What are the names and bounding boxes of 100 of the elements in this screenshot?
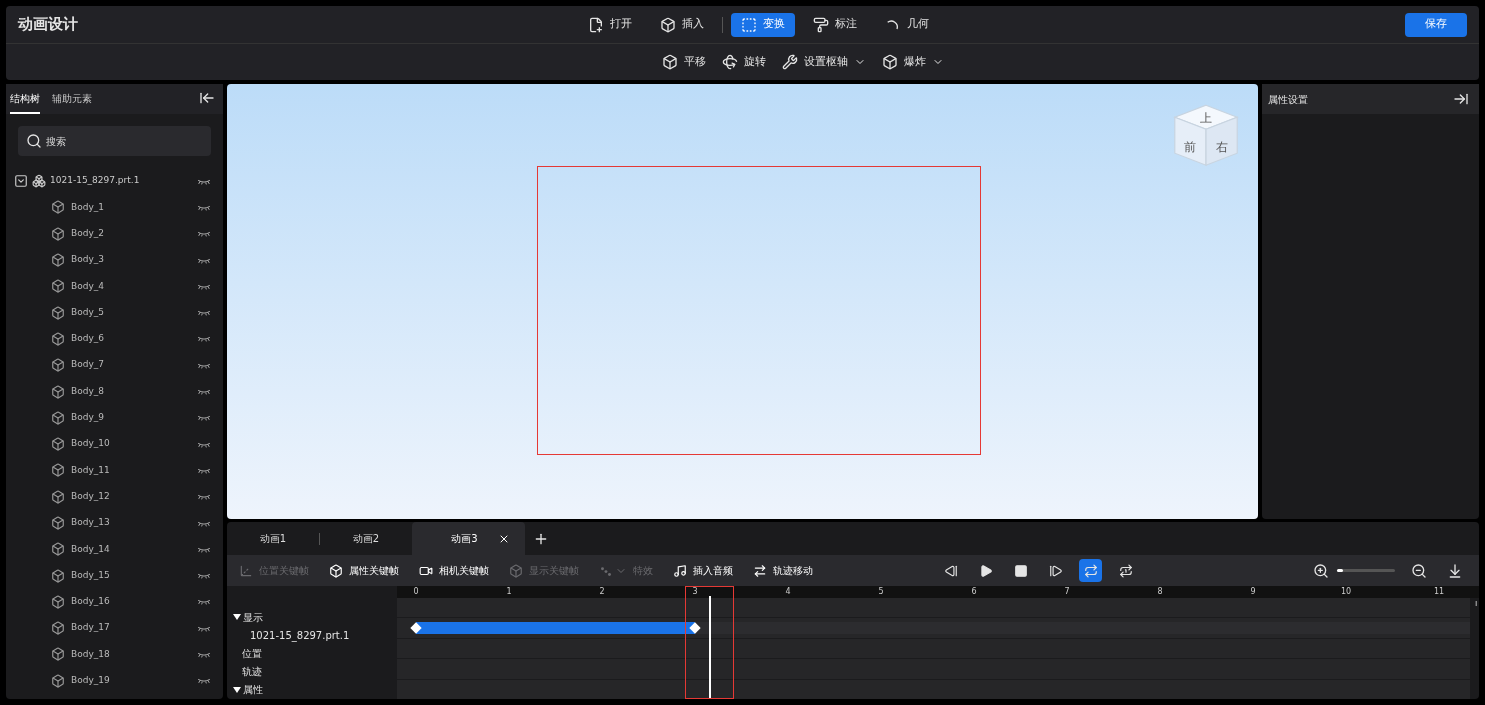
tree-item[interactable]: Body_5 [6, 299, 223, 326]
keyframe-clip[interactable] [416, 622, 696, 634]
eye-closed-icon[interactable] [197, 572, 211, 580]
toolbar-button[interactable]: 平移 [661, 53, 706, 71]
eye-closed-icon[interactable] [197, 677, 211, 685]
tree-item[interactable]: Body_11 [6, 457, 223, 484]
cube-icon [51, 568, 65, 583]
tree-item[interactable]: Body_2 [6, 220, 223, 247]
tree-item[interactable]: Body_18 [6, 641, 223, 668]
tree-item[interactable]: 1021-15_8297.prt.1 [6, 168, 223, 195]
cube-icon [51, 437, 65, 452]
tree-item[interactable]: Body_1 [6, 194, 223, 221]
sidebar-tab[interactable]: 辅助元素 [52, 91, 92, 114]
app-title: 动画设计 [18, 14, 79, 36]
paint-roller-icon [813, 16, 829, 33]
eye-closed-icon[interactable] [197, 519, 211, 527]
cube-icon [51, 384, 65, 399]
eye-closed-icon[interactable] [197, 361, 211, 369]
axis-icon [239, 563, 253, 578]
cube-icon [51, 358, 65, 373]
cube-icon [51, 463, 65, 478]
toolbar-button[interactable]: 轨迹移动 [753, 563, 813, 578]
eye-closed-icon[interactable] [197, 230, 211, 238]
zoom-in-icon[interactable] [1313, 562, 1329, 579]
eye-closed-icon[interactable] [197, 466, 211, 474]
toolbar-button[interactable]: 几何 [875, 12, 939, 37]
tree-item[interactable]: Body_14 [6, 536, 223, 563]
ruler-label: 4 [785, 586, 791, 598]
save-button[interactable]: 保存 [1405, 12, 1467, 37]
toolbar-button[interactable]: 打开 [578, 12, 642, 37]
tree-item[interactable]: Body_16 [6, 588, 223, 616]
tree-item[interactable]: Body_4 [6, 273, 223, 300]
cube-icon [51, 542, 65, 557]
cube-icon [661, 54, 678, 70]
cube-icon [509, 563, 523, 578]
cube-icon [51, 253, 65, 268]
toolbar-button[interactable]: 爆炸 [881, 53, 944, 71]
loop-button[interactable] [1079, 559, 1102, 582]
animation-tab[interactable]: 动画3 [412, 522, 525, 555]
loop-icon [1083, 563, 1098, 578]
tree-item[interactable]: Body_15 [6, 562, 223, 589]
step-back-icon [943, 563, 958, 578]
toolbar-button[interactable]: 变换 [731, 12, 795, 37]
assembly-icon [32, 174, 46, 189]
tree-item[interactable]: Body_17 [6, 615, 223, 642]
eye-closed-icon[interactable] [197, 256, 211, 264]
toolbar-button[interactable]: 属性关键帧 [329, 563, 399, 578]
sidebar-tab[interactable]: 结构树 [10, 91, 40, 114]
eye-closed-icon[interactable] [197, 414, 211, 422]
collapse-icon[interactable] [1453, 91, 1469, 107]
zoom-out-icon[interactable] [1411, 562, 1427, 579]
ruler-label: 5 [878, 586, 884, 598]
collapse-icon[interactable] [199, 90, 215, 106]
eye-closed-icon[interactable] [197, 493, 211, 501]
ruler-label: 2 [599, 586, 605, 598]
tree-item[interactable]: Body_12 [6, 483, 223, 510]
toolbar-button[interactable]: 旋转 [721, 53, 766, 71]
toolbar-button[interactable]: 插入音频 [673, 563, 733, 578]
eye-closed-icon[interactable] [197, 177, 211, 185]
zoom-slider[interactable] [1337, 569, 1395, 572]
stop-icon [1013, 563, 1028, 578]
ruler-label: 7 [1064, 586, 1070, 598]
play-icon [978, 563, 993, 578]
view-cube-drawing[interactable]: 上 前 右 [1170, 98, 1242, 170]
tree-item[interactable]: Body_8 [6, 378, 223, 405]
tree-item[interactable]: Body_9 [6, 404, 223, 431]
eye-closed-icon[interactable] [197, 545, 211, 553]
ruler-label: 8 [1157, 586, 1163, 598]
tree-item[interactable]: Body_10 [6, 430, 223, 458]
eye-closed-icon[interactable] [197, 203, 211, 211]
cube-icon [660, 16, 676, 33]
tree-item[interactable]: Body_3 [6, 246, 223, 274]
wrench-icon [781, 54, 798, 70]
eye-closed-icon[interactable] [197, 440, 211, 448]
tree-item[interactable]: Body_7 [6, 352, 223, 379]
cube-icon [51, 516, 65, 530]
toolbar-button[interactable]: 设置枢轴 [781, 53, 866, 71]
eye-closed-icon[interactable] [197, 335, 211, 343]
tree-item[interactable]: Body_19 [6, 667, 223, 694]
cube-icon [51, 331, 65, 346]
eye-closed-icon[interactable] [197, 388, 211, 395]
tree-item[interactable]: Body_6 [6, 325, 223, 353]
eye-closed-icon[interactable] [197, 651, 211, 658]
toolbar-button[interactable]: 相机关键帧 [419, 563, 489, 578]
track-label: 1021-15_8297.prt.1 [249, 628, 351, 644]
tree-item[interactable]: Body_13 [6, 509, 223, 537]
eye-closed-icon[interactable] [197, 624, 211, 632]
toolbar-button[interactable]: 标注 [803, 12, 867, 37]
eye-closed-icon[interactable] [197, 282, 211, 290]
ruler-label: 9 [1250, 586, 1256, 598]
search-field[interactable]: 搜索 [18, 126, 211, 156]
animation-tab[interactable]: 动画2 [320, 522, 412, 555]
animation-tab[interactable]: 动画1 [227, 522, 319, 555]
cube-icon [51, 279, 65, 294]
eye-closed-icon[interactable] [197, 598, 211, 606]
ruler-label: 3 [692, 586, 698, 598]
cube-icon [51, 226, 65, 241]
eye-closed-icon[interactable] [197, 309, 211, 317]
toolbar-button[interactable]: 插入 [650, 12, 714, 37]
download-icon[interactable] [1447, 562, 1463, 579]
